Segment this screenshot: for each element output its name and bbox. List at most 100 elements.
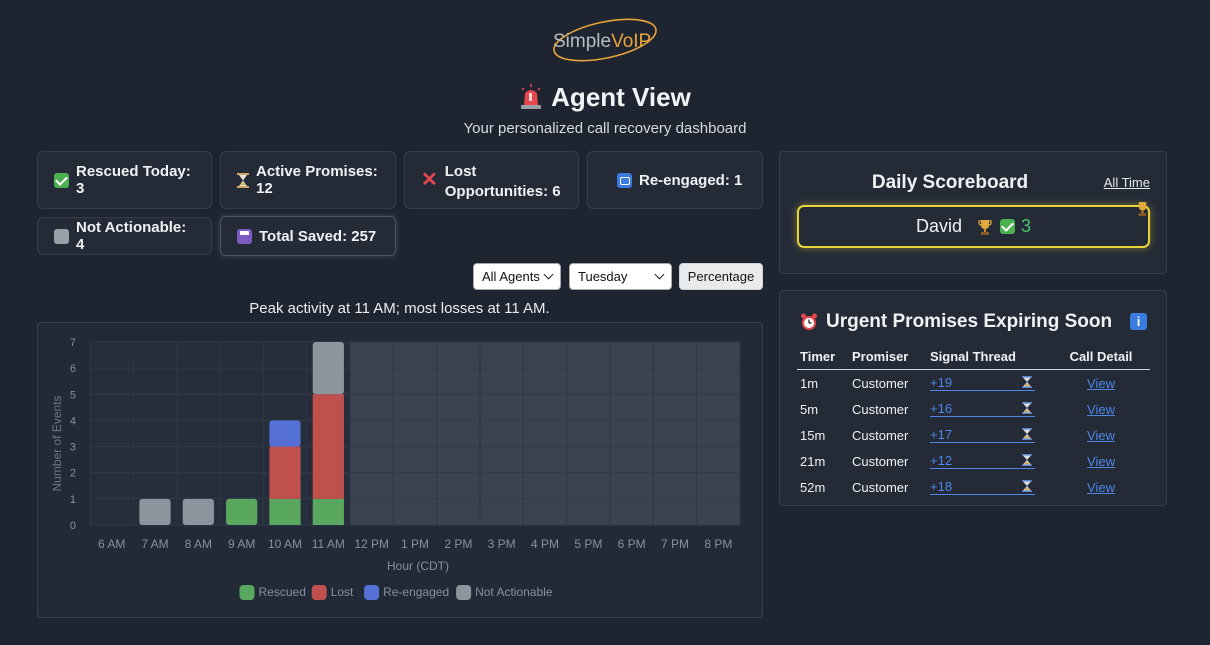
urgent-promises-title: Urgent Promises Expiring Soon [800, 311, 1112, 333]
bar-segment [226, 498, 258, 525]
stat-card-rescued: Rescued Today: 3 [37, 151, 212, 209]
x-tick-label: 12 PM [354, 537, 389, 551]
call-detail-cell: View [1052, 370, 1150, 397]
promiser-cell: Customer [852, 427, 909, 443]
daily-scoreboard-panel: Daily Scoreboard All Time David 3 [779, 151, 1167, 274]
x-tick-label: 7 PM [661, 537, 689, 551]
info-icon[interactable]: i [1130, 313, 1147, 330]
x-tick-label: 11 AM [312, 537, 345, 551]
x-tick-label: 6 AM [98, 537, 125, 551]
signal-thread-text: +19 [930, 375, 953, 390]
legend-swatch [456, 585, 472, 600]
scoreboard-leader-row: David 3 [797, 202, 1150, 248]
table-row: 5m Customer +16 View [797, 396, 1150, 422]
bar-segment [312, 498, 344, 525]
x-tick-label: 3 PM [488, 537, 516, 551]
y-tick-label: 3 [70, 442, 76, 454]
agent-select-value: All Agents [482, 269, 540, 284]
chevron-down-icon [654, 269, 665, 280]
urgent-promises-table: Timer Promiser Signal Thread Call Detail… [797, 345, 1150, 500]
peak-summary: Peak activity at 11 AM; most losses at 1… [249, 300, 550, 317]
signal-thread-link[interactable]: +19 [930, 375, 1035, 391]
signal-thread-link[interactable]: +18 [930, 479, 1035, 495]
stat-lost-label: Lost Opportunities: 6 [444, 163, 561, 200]
view-call-link[interactable]: View [1087, 480, 1115, 495]
signal-thread-link[interactable]: +17 [930, 427, 1035, 443]
day-select[interactable]: Tuesday [569, 263, 672, 290]
x-tick-label: 2 PM [444, 537, 472, 551]
page-subtitle: Your personalized call recovery dashboar… [463, 120, 747, 137]
signal-thread-link[interactable]: +12 [930, 453, 1035, 469]
stat-card-total-saved: Total Saved: 257 [220, 216, 396, 256]
view-call-link[interactable]: View [1087, 428, 1115, 443]
bar-segment [269, 446, 301, 499]
view-call-link[interactable]: View [1087, 454, 1115, 469]
stat-not-actionable-label: Not Actionable: 4 [76, 219, 187, 253]
timer-cell: 21m [800, 453, 826, 469]
activity-chart-panel: 0 1 2 3 4 5 6 7 6 AM 7 AM 8 AM 9 AM 10 AM 11 AM 12 PM 1… [37, 322, 763, 618]
promiser-cell: Customer [852, 453, 909, 469]
repeat-icon [617, 172, 632, 188]
bar-segment [139, 498, 171, 525]
legend-swatch [364, 585, 380, 600]
y-tick-label: 2 [70, 468, 76, 480]
promiser-cell: Customer [852, 479, 909, 495]
legend-label: Rescued [259, 585, 306, 599]
x-tick-label: 7 AM [141, 537, 168, 551]
scoreboard-title: Daily Scoreboard [871, 172, 1029, 193]
day-select-value: Tuesday [578, 269, 628, 284]
signal-thread-text: +17 [930, 427, 953, 442]
all-time-link[interactable]: All Time [1104, 175, 1150, 190]
signal-thread-cell: +17 [927, 422, 1052, 448]
page-title-text: Agent View [551, 82, 691, 112]
agent-select[interactable]: All Agents [473, 263, 561, 290]
activity-chart: 0 1 2 3 4 5 6 7 6 AM 7 AM 8 AM 9 AM 10 AM 11 AM 12 PM 1… [50, 337, 741, 600]
legend-label: Not Actionable [475, 585, 553, 599]
timer-cell: 1m [800, 375, 819, 391]
cross-icon: ✕ [421, 169, 438, 191]
bar-segment [269, 498, 301, 525]
table-row: 52m Customer +18 View [797, 474, 1150, 500]
column-header: Call Detail [1052, 345, 1150, 370]
floppy-disk-icon [237, 228, 252, 244]
x-tick-label: 8 AM [185, 537, 212, 551]
legend-label: Lost [331, 585, 354, 599]
simplevoip-logo: SimpleVoIP [553, 18, 657, 62]
signal-thread-text: +18 [930, 479, 953, 494]
column-header: Promiser [849, 345, 927, 370]
call-detail-cell: View [1052, 396, 1150, 422]
x-tick-label: 5 PM [574, 537, 602, 551]
view-call-link[interactable]: View [1087, 402, 1115, 417]
logo-text-plain: Simple [553, 31, 611, 52]
signal-thread-text: +16 [930, 401, 953, 416]
urgent-promises-panel: Urgent Promises Expiring Soon i Timer Pr… [779, 290, 1167, 506]
chevron-down-icon [543, 269, 554, 280]
table-row: 21m Customer +12 View [797, 448, 1150, 474]
y-tick-label: 7 [70, 337, 76, 349]
table-row: 15m Customer +17 View [797, 422, 1150, 448]
signal-thread-link[interactable]: +16 [930, 401, 1035, 417]
table-header-row: Timer Promiser Signal Thread Call Detail [797, 345, 1150, 370]
view-call-link[interactable]: View [1087, 376, 1115, 391]
column-header: Timer [797, 345, 849, 370]
table-row: 1m Customer +19 View [797, 370, 1150, 397]
column-header: Signal Thread [927, 345, 1052, 370]
stat-reengaged-label: Re-engaged: 1 [639, 171, 743, 189]
percentage-button[interactable]: Percentage [679, 263, 763, 290]
signal-thread-cell: +16 [927, 396, 1052, 422]
legend-swatch [311, 585, 327, 600]
timer-cell: 15m [800, 427, 826, 443]
y-axis-label: Number of Events [50, 395, 64, 491]
y-tick-label: 0 [70, 520, 76, 532]
signal-thread-cell: +18 [927, 474, 1052, 500]
y-tick-label: 1 [70, 494, 76, 506]
hourglass-icon [1022, 376, 1032, 388]
hourglass-icon [1022, 480, 1032, 492]
promiser-cell: Customer [852, 401, 909, 417]
timer-cell: 52m [800, 479, 826, 495]
y-tick-label: 6 [70, 363, 76, 375]
legend-swatch [239, 585, 255, 600]
stat-card-lost: ✕ Lost Opportunities: 6 [404, 151, 579, 209]
y-tick-label: 4 [70, 415, 76, 427]
legend-label: Re-engaged [383, 585, 449, 599]
